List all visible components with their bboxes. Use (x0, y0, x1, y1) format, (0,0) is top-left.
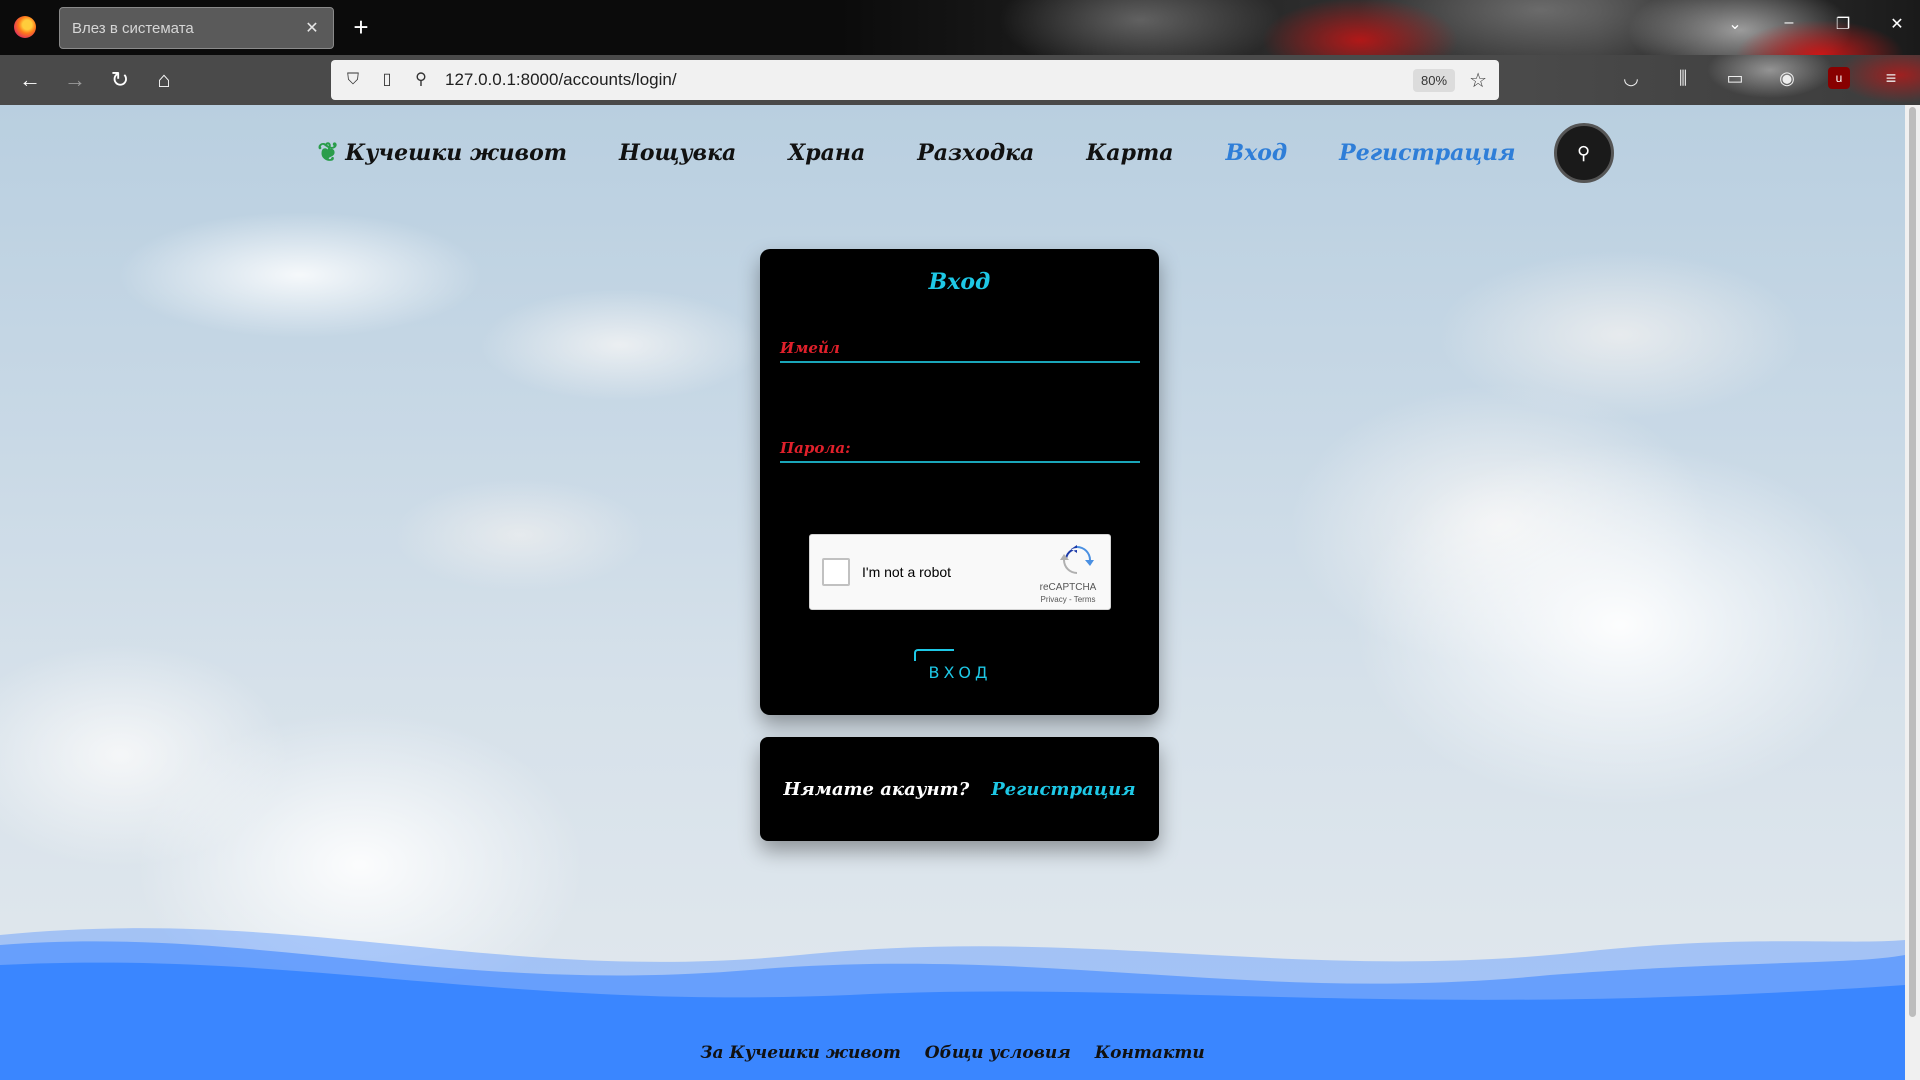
shield-icon[interactable]: ⛉ (343, 70, 363, 90)
zoom-level-badge[interactable]: 80% (1413, 68, 1456, 92)
footer-link-about[interactable]: За Кучешки живот (700, 1043, 901, 1063)
nav-item-food[interactable]: Храна (788, 140, 865, 166)
bookmark-star-icon[interactable]: ☆ (1469, 68, 1487, 93)
email-field[interactable] (780, 329, 1140, 359)
url-text[interactable]: 127.0.0.1:8000/accounts/login/ (445, 70, 1413, 90)
signup-card: Нямате акаунт? Регистрация (760, 737, 1159, 841)
home-icon[interactable]: ⌂ (150, 66, 178, 94)
footer-link-terms[interactable]: Общи условия (925, 1043, 1071, 1063)
page-viewport: ❦ Кучешки живот Нощувка Храна Разходка К… (0, 105, 1905, 1080)
nav-item-walk[interactable]: Разходка (917, 140, 1034, 166)
search-button[interactable]: ⚲ (1553, 123, 1614, 183)
recaptcha-label: I'm not a robot (862, 564, 952, 580)
page-icon[interactable]: ▯ (377, 70, 397, 90)
recaptcha-widget: I'm not a robot reCAPTCHA Privacy - Term… (809, 534, 1111, 610)
nav-brand[interactable]: ❦ Кучешки живот (317, 138, 567, 168)
login-card: Вход Имейл Парола: I'm not a robot reCAP… (760, 249, 1159, 715)
nav-item-map[interactable]: Карта (1086, 140, 1173, 166)
scrollbar-thumb[interactable] (1909, 107, 1916, 1017)
back-arrow-icon[interactable]: ← (16, 66, 44, 94)
paw-hand-logo-icon: ❦ (317, 138, 340, 168)
password-field[interactable] (780, 429, 1140, 459)
login-submit-button[interactable]: ВХОД (910, 649, 1010, 685)
email-underline (780, 361, 1140, 363)
nav-item-nights[interactable]: Нощувка (619, 140, 736, 166)
button-corner-accent (914, 649, 954, 661)
browser-tab-active[interactable]: Влез в системата ✕ (59, 7, 334, 49)
login-submit-label: ВХОД (928, 662, 992, 682)
window-controls: ⌄ – ❐ ✕ (1726, 14, 1906, 34)
recaptcha-logo-icon (1060, 545, 1094, 574)
footer-links: За Кучешки живот Общи условия Контакти (0, 1043, 1905, 1063)
sidebar-icon[interactable]: ▭ (1724, 67, 1746, 89)
tab-list-chevron-icon[interactable]: ⌄ (1726, 14, 1744, 34)
address-bar[interactable]: ⛉ ▯ ⚲ 127.0.0.1:8000/accounts/login/ 80%… (331, 60, 1499, 100)
firefox-icon[interactable] (14, 16, 36, 38)
browser-tab-strip: Влез в системата ✕ + ⌄ – ❐ ✕ (0, 0, 1920, 55)
footer-link-contacts[interactable]: Контакти (1095, 1043, 1205, 1063)
login-title: Вход (928, 269, 991, 295)
toolbar-extensions: ◡ ⫼ ▭ ◉ u ≡ (1620, 67, 1902, 89)
site-navigation: ❦ Кучешки живот Нощувка Храна Разходка К… (0, 105, 1905, 201)
register-link[interactable]: Регистрация (991, 779, 1135, 800)
close-window-icon[interactable]: ✕ (1888, 14, 1906, 34)
close-tab-icon[interactable]: ✕ (303, 18, 321, 38)
no-account-text: Нямате акаунт? (783, 778, 970, 800)
nav-brand-label: Кучешки живот (345, 140, 568, 166)
library-icon[interactable]: ⫼ (1672, 67, 1694, 89)
nav-item-register[interactable]: Регистрация (1339, 140, 1515, 166)
forward-arrow-icon[interactable]: → (61, 66, 89, 94)
new-tab-icon[interactable]: + (350, 12, 372, 42)
restore-icon[interactable]: ❐ (1834, 14, 1852, 34)
recaptcha-brand: reCAPTCHA (1039, 582, 1097, 593)
nav-item-login[interactable]: Вход (1225, 140, 1287, 166)
account-icon[interactable]: ◉ (1776, 67, 1798, 89)
ublock-icon[interactable]: u (1828, 67, 1850, 89)
password-underline (780, 461, 1140, 463)
permissions-icon[interactable]: ⚲ (411, 70, 431, 90)
pocket-icon[interactable]: ◡ (1620, 67, 1642, 89)
reload-icon[interactable]: ↻ (106, 66, 134, 94)
tab-title: Влез в системата (72, 19, 194, 37)
recaptcha-privacy-terms[interactable]: Privacy - Terms (1038, 595, 1098, 604)
minimize-icon[interactable]: – (1780, 14, 1798, 34)
search-icon: ⚲ (1576, 142, 1591, 163)
page-scrollbar[interactable] (1905, 105, 1920, 1080)
recaptcha-checkbox[interactable] (822, 558, 850, 586)
menu-icon[interactable]: ≡ (1880, 67, 1902, 89)
